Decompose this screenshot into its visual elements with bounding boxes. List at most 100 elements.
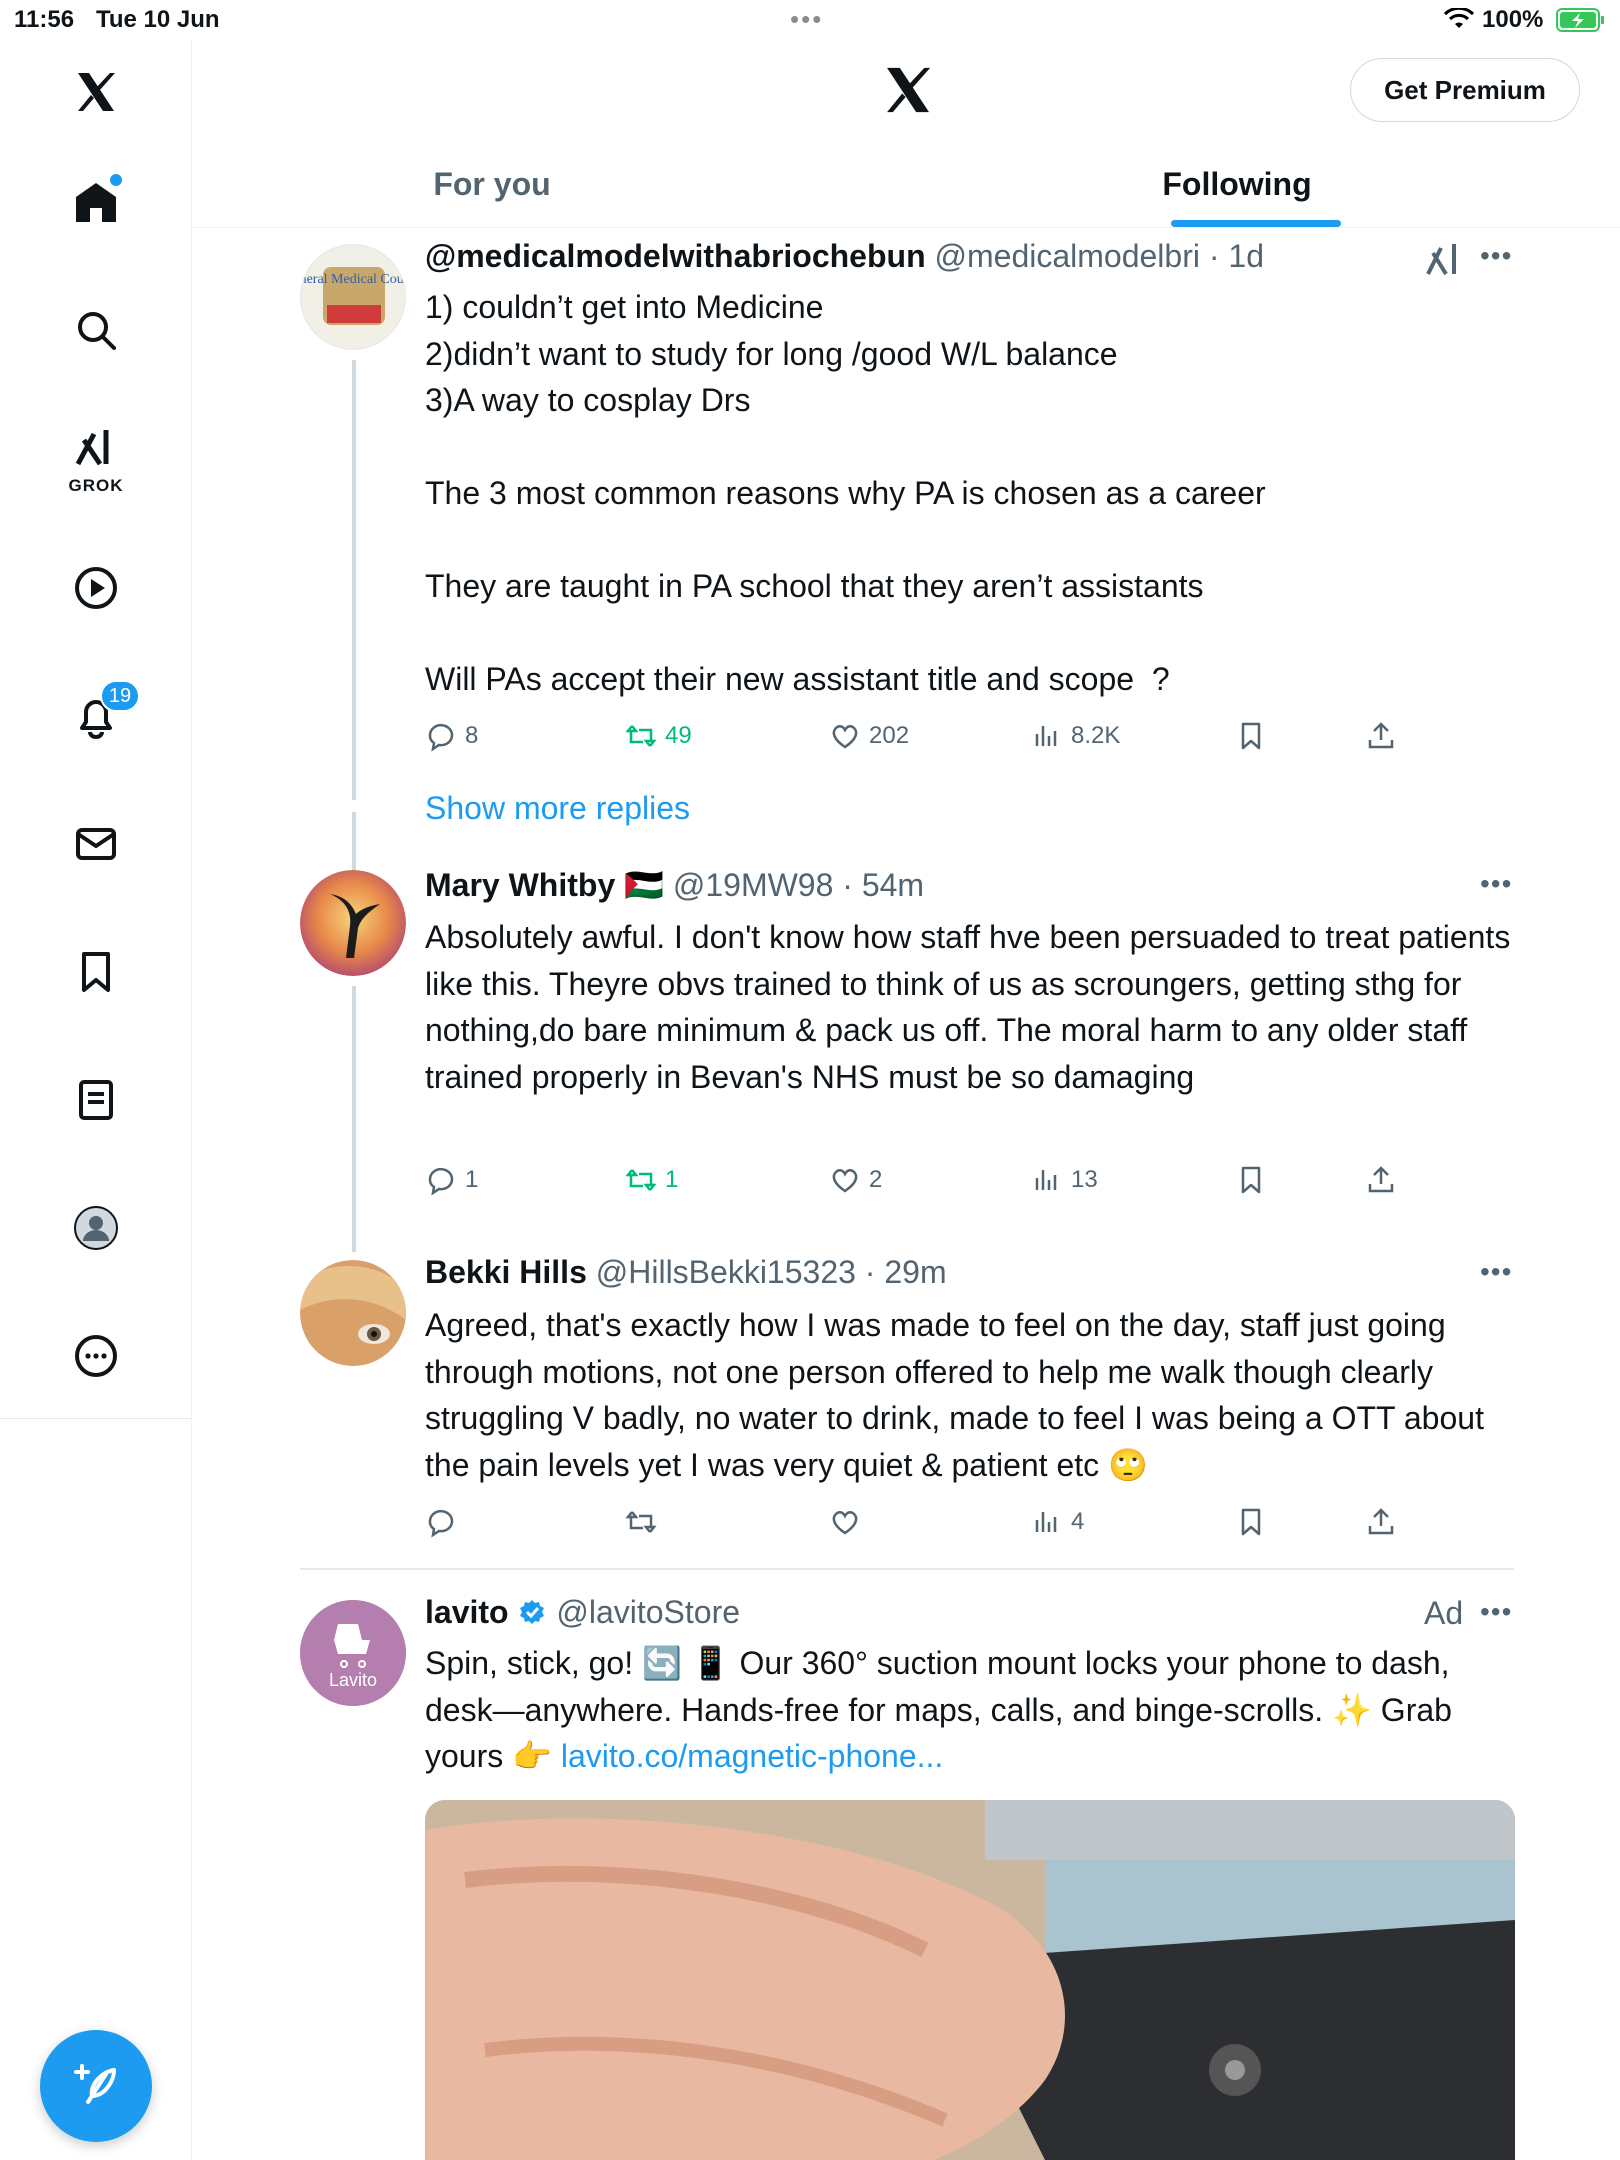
author-name[interactable]: Bekki Hills (425, 1254, 587, 1290)
repost-button[interactable]: 49 (625, 716, 692, 756)
bookmark-button[interactable] (1235, 1502, 1267, 1542)
reply-icon (428, 1509, 454, 1538)
show-more-replies-link[interactable]: Show more replies (425, 790, 690, 827)
ad-media-image[interactable] (425, 1800, 1515, 2160)
post-time[interactable]: 29m (884, 1254, 946, 1290)
views-icon (1035, 1512, 1057, 1532)
post-divider (300, 1568, 1514, 1570)
bookmark-button[interactable] (1235, 716, 1267, 756)
bookmark-icon (1241, 1166, 1261, 1194)
more-options-icon[interactable]: ••• (1480, 1258, 1512, 1286)
views-count: 13 (1071, 1166, 1098, 1193)
thread-line (352, 360, 356, 800)
wifi-icon (1444, 8, 1474, 28)
author-handle[interactable]: @lavitoStore (556, 1594, 740, 1630)
video-play-icon[interactable] (66, 558, 126, 618)
views-button[interactable]: 8.2K (1031, 716, 1120, 756)
thread-line (352, 986, 356, 1252)
mail-icon[interactable] (66, 814, 126, 874)
x-logo-icon[interactable] (66, 62, 126, 122)
status-bar: 11:56 Tue 10 Jun ••• 100% (0, 0, 1620, 40)
more-options-icon[interactable]: ••• (1480, 242, 1512, 270)
tab-for-you[interactable]: For you (392, 140, 592, 228)
share-button[interactable] (1365, 1160, 1397, 1200)
feather-plus-icon (74, 2064, 116, 2104)
grok-label: GROK (68, 476, 124, 495)
share-icon (1368, 722, 1394, 749)
sidebar-nav: GROK 19 (0, 40, 192, 2160)
home-icon[interactable] (66, 172, 126, 232)
profile-icon[interactable] (66, 1198, 126, 1258)
reply-button[interactable]: 1 (425, 1160, 478, 1200)
grok-icon[interactable] (66, 418, 126, 478)
like-button[interactable]: 2 (829, 1160, 882, 1200)
post-text: Agreed, that's exactly how I was made to… (425, 1307, 1493, 1483)
post-actions: 8 49 202 8.2K (425, 716, 1425, 756)
get-premium-button[interactable]: Get Premium (1350, 58, 1580, 122)
search-icon[interactable] (66, 300, 126, 360)
tab-following[interactable]: Following (1152, 140, 1322, 228)
reply-button[interactable] (425, 1502, 465, 1542)
bookmark-button[interactable] (1235, 1160, 1267, 1200)
status-time: 11:56 (14, 6, 75, 33)
share-icon (1368, 1166, 1394, 1193)
grok-icon[interactable] (1424, 240, 1464, 280)
avatar[interactable]: General Medical Council (300, 244, 406, 350)
views-button[interactable]: 4 (1031, 1502, 1084, 1542)
reply-count: 1 (465, 1166, 479, 1193)
repost-button[interactable] (625, 1502, 665, 1542)
avatar[interactable] (300, 870, 406, 976)
post-header: @medicalmodelwithabriochebun @medicalmod… (425, 238, 1264, 275)
more-circle-icon[interactable] (66, 1326, 126, 1386)
repost-button[interactable]: 1 (625, 1160, 678, 1200)
avatar[interactable]: Lavito (300, 1600, 406, 1706)
views-count: 4 (1071, 1508, 1085, 1535)
status-date: Tue 10 Jun (96, 6, 220, 33)
separator-dot: · (833, 867, 862, 903)
more-options-icon[interactable]: ••• (1480, 1598, 1512, 1626)
author-name[interactable]: Mary Whitby 🇵🇸 (425, 867, 664, 903)
document-icon[interactable] (66, 1070, 126, 1130)
share-button[interactable] (1365, 716, 1397, 756)
post-time[interactable]: 1d (1228, 238, 1264, 274)
author-name[interactable]: @medicalmodelwithabriochebun (425, 238, 926, 274)
views-button[interactable]: 13 (1031, 1160, 1098, 1200)
bookmark-icon[interactable] (66, 942, 126, 1002)
avatar[interactable] (300, 1260, 406, 1366)
views-icon (1035, 1170, 1057, 1190)
like-button[interactable]: 202 (829, 716, 909, 756)
author-handle[interactable]: @HillsBekki15323 (596, 1254, 856, 1290)
share-button[interactable] (1365, 1502, 1397, 1542)
author-handle[interactable]: @medicalmodelbri (935, 238, 1200, 274)
avatar-text: Lavito (329, 1670, 377, 1690)
heart-icon (832, 1169, 858, 1193)
repost-icon (625, 725, 657, 747)
reply-count: 8 (465, 722, 479, 749)
compose-post-button[interactable] (40, 2030, 152, 2142)
sidebar-divider (0, 1418, 192, 1419)
separator-dot: · (855, 1254, 885, 1290)
bell-icon[interactable]: 19 (66, 680, 140, 746)
bookmark-icon (1241, 722, 1261, 750)
heart-icon (832, 1511, 858, 1535)
more-options-icon[interactable]: ••• (1480, 870, 1512, 898)
x-logo-icon[interactable] (880, 62, 936, 118)
post-time[interactable]: 54m (862, 867, 924, 903)
post-header: Mary Whitby 🇵🇸 @19MW98 · 54m (425, 866, 924, 904)
avatar-text: General Medical Council (301, 272, 406, 287)
reply-icon (428, 723, 454, 752)
heart-icon (832, 725, 858, 749)
repost-icon (625, 1511, 657, 1533)
multitasking-dots-icon[interactable]: ••• (790, 4, 823, 35)
separator-dot: · (1199, 238, 1229, 274)
author-name[interactable]: lavito (425, 1594, 509, 1630)
active-tab-indicator (1171, 220, 1341, 227)
ad-link[interactable]: lavito.co/magnetic-phone... (561, 1738, 943, 1774)
reply-button[interactable]: 8 (425, 716, 478, 756)
like-button[interactable] (829, 1502, 869, 1542)
repost-count: 1 (665, 1166, 679, 1193)
author-handle[interactable]: @19MW98 (673, 867, 834, 903)
post-header: lavito @lavitoStore (425, 1594, 740, 1631)
views-icon (1035, 726, 1057, 746)
post-text: 1) couldn’t get into Medicine 2)didn’t w… (425, 289, 1266, 697)
